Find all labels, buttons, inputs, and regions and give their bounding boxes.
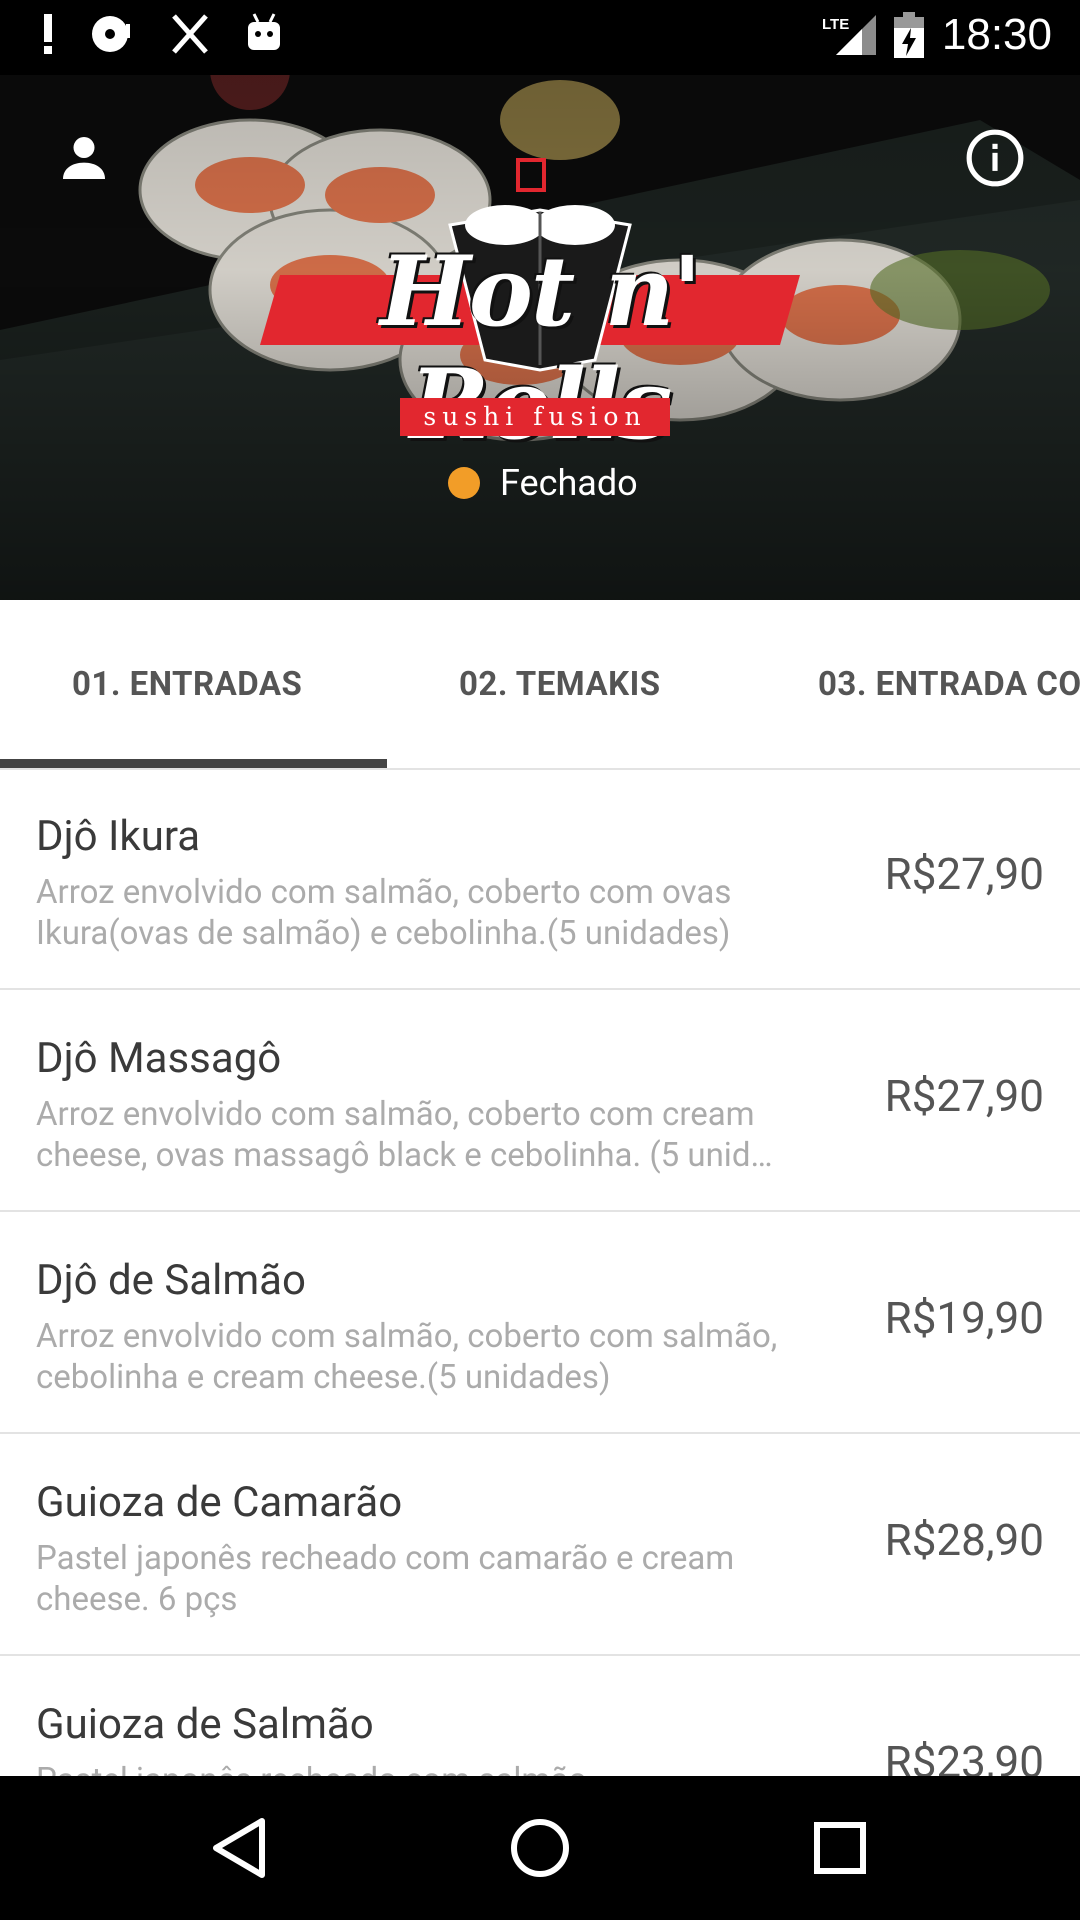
hero-banner: Hot n' Rolls sushi fusion Fechado xyxy=(0,0,1080,600)
info-button[interactable] xyxy=(955,118,1035,198)
status-dot-icon xyxy=(448,467,480,499)
home-button[interactable] xyxy=(490,1798,590,1898)
music-icon xyxy=(92,16,130,52)
alert-icon xyxy=(44,14,52,54)
back-button[interactable] xyxy=(190,1798,290,1898)
item-price: R$28,90 xyxy=(884,1514,1044,1566)
list-item[interactable]: Djô Ikura Arroz envolvido com salmão, co… xyxy=(0,768,1080,990)
tab-temakis[interactable]: 02. TEMAKIS xyxy=(459,600,661,768)
list-item[interactable]: Djô de Salmão Arroz envolvido com salmão… xyxy=(0,1212,1080,1434)
item-name: Guioza de Salmão xyxy=(36,1700,374,1749)
restaurant-icon xyxy=(172,14,208,54)
list-item[interactable]: Guioza de Salmão Pastel japonês recheado… xyxy=(0,1656,1080,1776)
info-icon xyxy=(966,129,1024,187)
restaurant-logo: Hot n' Rolls sushi fusion xyxy=(260,150,820,461)
item-price: R$27,90 xyxy=(884,848,1044,900)
signal-icon: LTE xyxy=(822,15,876,55)
android-icon xyxy=(248,13,280,50)
open-status: Fechado xyxy=(448,462,638,504)
home-icon xyxy=(511,1819,569,1877)
tab-entrada-co[interactable]: 03. ENTRADA CO xyxy=(818,600,1080,768)
clock: 18:30 xyxy=(941,10,1052,59)
profile-button[interactable] xyxy=(44,118,124,198)
network-type: LTE xyxy=(822,16,849,33)
brand-tagline: sushi fusion xyxy=(400,398,670,436)
item-description: Arroz envolvido com salmão, coberto com … xyxy=(36,1095,773,1175)
person-icon xyxy=(63,137,105,179)
item-price: R$19,90 xyxy=(884,1292,1044,1344)
system-nav-bar xyxy=(0,1776,1080,1920)
item-name: Guioza de Camarão xyxy=(36,1478,403,1527)
recents-icon xyxy=(814,1822,866,1874)
item-price: R$23,90 xyxy=(884,1736,1044,1776)
back-icon xyxy=(213,1818,265,1878)
battery-icon xyxy=(893,12,924,58)
status-label: Fechado xyxy=(500,462,638,504)
active-tab-indicator xyxy=(0,759,387,768)
item-description: Arroz envolvido com salmão, coberto com … xyxy=(36,1317,778,1397)
tab-entradas[interactable]: 01. ENTRADAS xyxy=(72,600,302,768)
list-item[interactable]: Guioza de Camarão Pastel japonês rechead… xyxy=(0,1434,1080,1656)
item-price: R$27,90 xyxy=(884,1070,1044,1122)
list-item[interactable]: Djô Massagô Arroz envolvido com salmão, … xyxy=(0,990,1080,1212)
item-name: Djô Ikura xyxy=(36,812,201,861)
item-description: Pastel japonês recheado com salmão xyxy=(36,1760,846,1776)
item-name: Djô Massagô xyxy=(36,1034,282,1083)
category-tabs: 01. ENTRADAS 02. TEMAKIS 03. ENTRADA CO xyxy=(0,600,1080,770)
item-description: Arroz envolvido com salmão, coberto com … xyxy=(36,873,732,953)
menu-list: Djô Ikura Arroz envolvido com salmão, co… xyxy=(0,768,1080,1776)
item-description: Pastel japonês recheado com camarão e cr… xyxy=(36,1539,735,1619)
status-bar: LTE 18:30 xyxy=(0,0,1080,75)
item-name: Djô de Salmão xyxy=(36,1256,306,1305)
recents-button[interactable] xyxy=(790,1798,890,1898)
